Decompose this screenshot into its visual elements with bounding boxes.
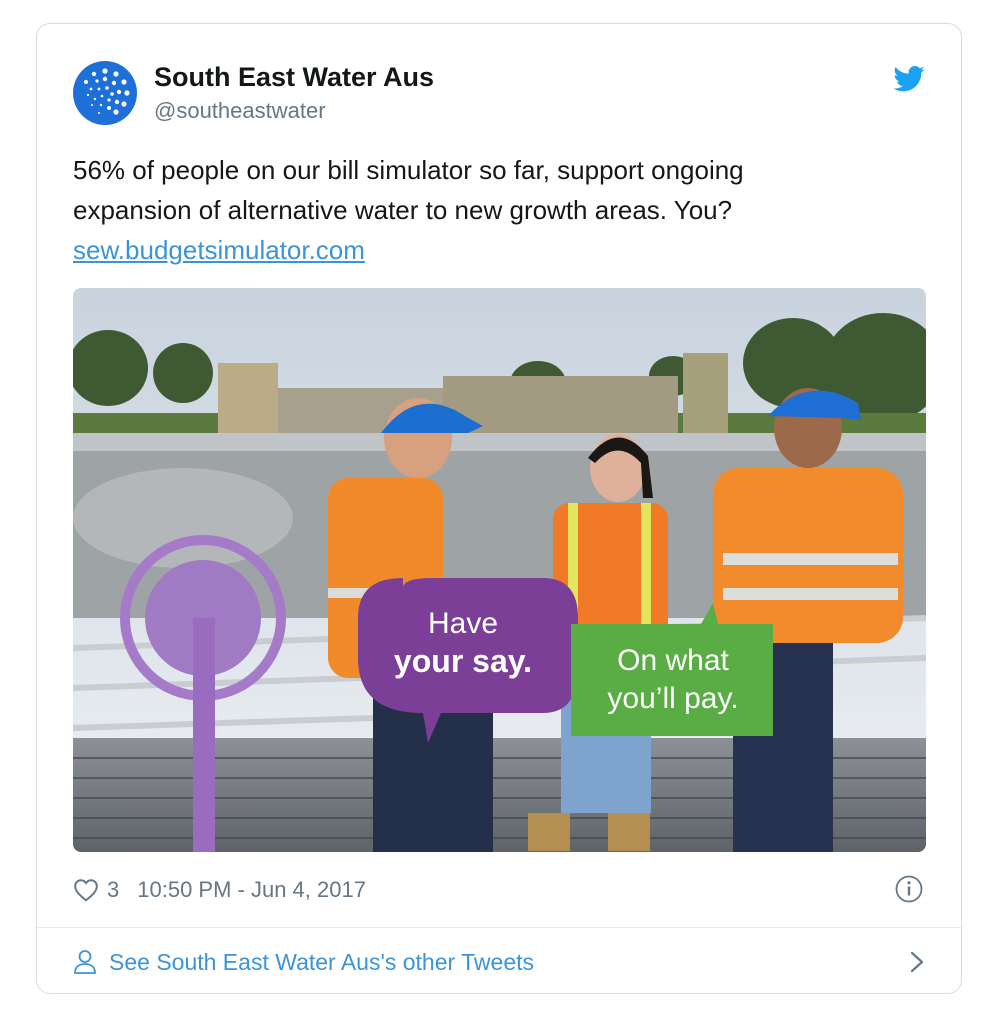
bubble-green-line1: On what — [617, 644, 729, 677]
tweet-text-line: 56% of people on our bill simulator so f… — [73, 155, 744, 185]
twitter-bird-icon[interactable] — [893, 66, 925, 92]
author-avatar[interactable] — [73, 61, 137, 125]
author-handle[interactable]: @southeastwater — [154, 98, 326, 124]
person-icon — [74, 950, 96, 974]
see-other-tweets-link[interactable]: See South East Water Aus's other Tweets — [73, 942, 925, 982]
bubble-purple-line1: Have — [428, 607, 498, 640]
footer-divider — [37, 927, 961, 928]
tweet-photo[interactable]: Have your say. On what you’ll pay. — [73, 288, 926, 852]
heart-icon[interactable] — [73, 878, 99, 902]
tweet-meta: 3 10:50 PM - Jun 4, 2017 — [73, 874, 366, 906]
chevron-right-icon — [910, 951, 924, 973]
bubble-green-line2: you’ll pay. — [607, 682, 738, 715]
author-name[interactable]: South East Water Aus — [154, 62, 434, 93]
bubble-purple-line2: your say. — [394, 643, 532, 679]
info-icon[interactable] — [894, 874, 924, 904]
tweet-link[interactable]: sew.budgetsimulator.com — [73, 235, 365, 265]
like-count[interactable]: 3 — [107, 877, 119, 903]
see-other-tweets-label: See South East Water Aus's other Tweets — [109, 948, 535, 975]
tweet-timestamp[interactable]: 10:50 PM - Jun 4, 2017 — [137, 877, 366, 903]
tweet-text: 56% of people on our bill simulator so f… — [73, 150, 933, 270]
embedded-tweet-card: South East Water Aus @southeastwater 56%… — [36, 23, 962, 994]
tweet-text-line: expansion of alternative water to new gr… — [73, 195, 733, 225]
